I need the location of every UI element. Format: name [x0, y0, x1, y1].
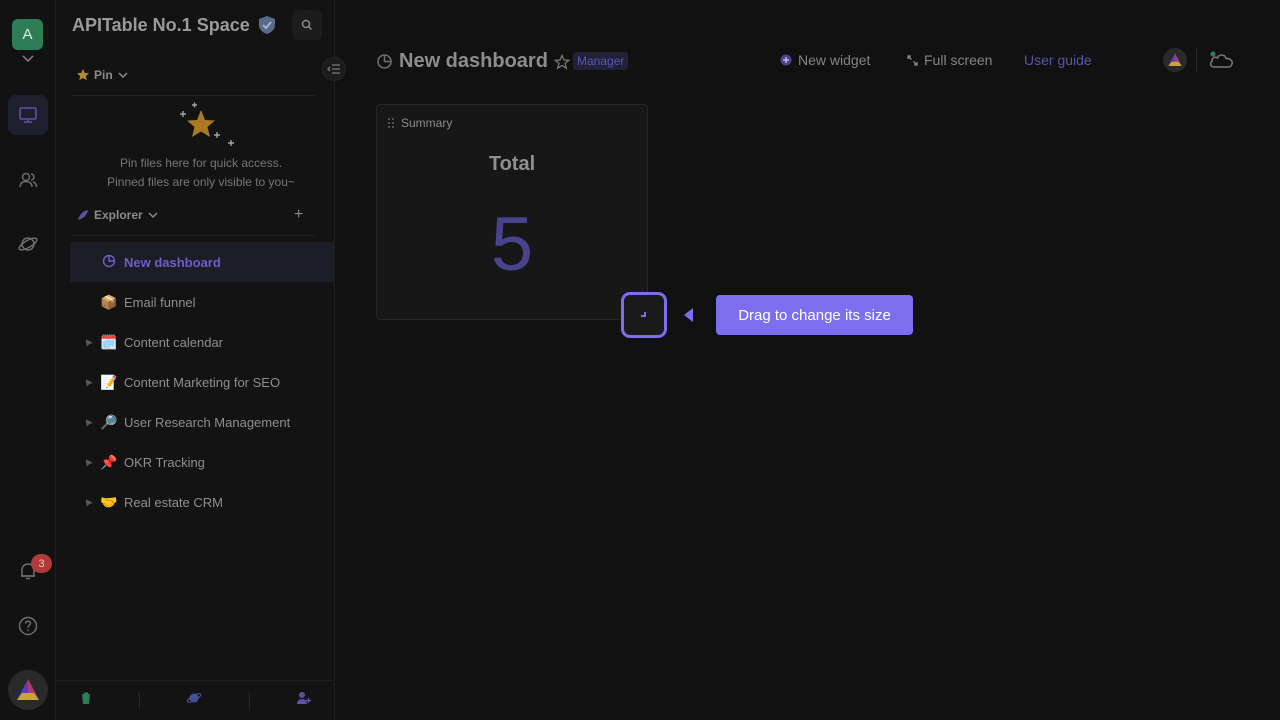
- tree-item-label: Real estate CRM: [124, 494, 223, 510]
- add-circle-icon: [780, 54, 792, 66]
- collaborator-avatar[interactable]: [1163, 48, 1187, 72]
- explorer-label: Explorer: [94, 208, 143, 222]
- pin-section-header[interactable]: Pin: [76, 68, 129, 82]
- star-outline-icon[interactable]: [553, 53, 570, 70]
- star-illustration-icon: [72, 100, 330, 154]
- pin-empty-state: Pin files here for quick access. Pinned …: [72, 100, 330, 192]
- templates-nav-button[interactable]: [8, 224, 48, 264]
- user-avatar[interactable]: [8, 670, 48, 710]
- full-screen-label: Full screen: [924, 52, 993, 68]
- new-widget-button[interactable]: New widget: [780, 52, 870, 68]
- chevron-down-icon: [148, 212, 158, 219]
- calendar-icon: 🗓️: [100, 333, 118, 350]
- pin-empty-line2: Pinned files are only visible to you~: [107, 175, 295, 189]
- pin-divider: [72, 95, 315, 96]
- resize-handle-highlight[interactable]: [621, 292, 667, 338]
- chevron-down-icon[interactable]: [21, 54, 35, 64]
- planet-icon: [18, 237, 38, 251]
- dashboard-title: New dashboard: [376, 50, 570, 73]
- help-button[interactable]: [8, 606, 48, 646]
- add-file-button[interactable]: +: [294, 206, 303, 224]
- tree-item-label: OKR Tracking: [124, 454, 205, 470]
- pin-empty-line1: Pin files here for quick access.: [119, 156, 283, 170]
- notification-badge: 3: [31, 554, 52, 573]
- collapse-sidebar-button[interactable]: [322, 57, 346, 81]
- app-root: A 3 APITable No.1 Space Pin Pin files he…: [0, 0, 1280, 720]
- explorer-section-header[interactable]: Explorer: [76, 208, 159, 222]
- tree-item-real-estate-crm[interactable]: ▶ 🤝 Real estate CRM: [70, 482, 334, 522]
- widget-metric-value: 5: [490, 202, 534, 287]
- tree-item-okr-tracking[interactable]: ▶ 📌 OKR Tracking: [70, 442, 334, 482]
- sidebar: APITable No.1 Space Pin Pin files here f…: [56, 0, 346, 720]
- expand-arrow-icon[interactable]: ▶: [86, 457, 98, 468]
- users-icon: [19, 172, 38, 188]
- guide-tooltip: Drag to change its size: [716, 295, 913, 335]
- collapse-icon: [327, 64, 340, 74]
- package-icon: 📦: [100, 293, 118, 310]
- expand-arrow-icon[interactable]: ▶: [86, 377, 98, 388]
- sidebar-footer: [56, 680, 335, 720]
- explorer-tree: New dashboard 📦 Email funnel ▶ 🗓️ Conten…: [70, 242, 334, 522]
- space-name: APITable No.1 Space: [72, 14, 250, 35]
- resize-corner-icon[interactable]: [641, 312, 646, 317]
- header-divider: [1196, 48, 1197, 72]
- pushpin-icon: 📌: [100, 453, 118, 470]
- widget-metric-label: Total: [488, 153, 536, 175]
- star-icon: [77, 69, 89, 81]
- apitable-logo-icon: [17, 679, 39, 700]
- tree-item-label: Email funnel: [124, 294, 196, 310]
- pin-label: Pin: [94, 68, 113, 82]
- planet-icon[interactable]: [186, 690, 202, 711]
- expand-icon: [907, 54, 918, 66]
- help-icon: [18, 616, 38, 636]
- expand-arrow-icon[interactable]: ▶: [86, 497, 98, 508]
- widget-title: Summary: [401, 116, 453, 130]
- tooltip-arrow-icon: [684, 308, 693, 322]
- handshake-icon: 🤝: [100, 493, 118, 510]
- explorer-divider: [72, 235, 315, 236]
- apitable-logo-icon: [1168, 53, 1182, 66]
- search-icon: [301, 19, 313, 31]
- tree-item-user-research[interactable]: ▶ 🔎 User Research Management: [70, 402, 334, 442]
- tree-item-label: User Research Management: [124, 414, 291, 430]
- magnifier-icon: 🔎: [100, 413, 118, 430]
- tree-item-label: Content Marketing for SEO: [124, 374, 281, 390]
- tree-item-content-calendar[interactable]: ▶ 🗓️ Content calendar: [70, 322, 334, 362]
- workbench-nav-button[interactable]: [8, 95, 48, 135]
- contacts-nav-button[interactable]: [8, 160, 48, 200]
- expand-arrow-icon[interactable]: ▶: [86, 337, 98, 348]
- trash-icon[interactable]: [79, 691, 93, 710]
- search-button[interactable]: [292, 10, 322, 40]
- role-badge: Manager: [573, 52, 629, 70]
- invite-member-icon[interactable]: [296, 690, 312, 711]
- dashboard-icon: [98, 254, 120, 271]
- tree-item-label: New dashboard: [124, 254, 221, 270]
- left-rail: A 3: [0, 0, 56, 720]
- widget-header: Summary: [387, 116, 452, 130]
- cloud-sync-icon[interactable]: [1208, 50, 1236, 70]
- dashboard-title-text[interactable]: New dashboard: [399, 50, 548, 73]
- tree-item-email-funnel[interactable]: 📦 Email funnel: [70, 282, 334, 322]
- drag-handle-icon[interactable]: [387, 117, 395, 129]
- shield-icon: [258, 16, 275, 34]
- space-title[interactable]: APITable No.1 Space: [72, 14, 278, 36]
- new-widget-label: New widget: [798, 52, 871, 68]
- chevron-down-icon: [118, 72, 128, 79]
- expand-arrow-icon[interactable]: ▶: [86, 417, 98, 428]
- space-avatar[interactable]: A: [12, 19, 43, 50]
- tree-item-new-dashboard[interactable]: New dashboard: [70, 242, 334, 282]
- memo-icon: 📝: [100, 373, 118, 390]
- tree-item-label: Content calendar: [124, 334, 224, 350]
- full-screen-button[interactable]: Full screen: [907, 52, 992, 68]
- monitor-icon: [19, 107, 37, 123]
- summary-widget[interactable]: Summary Total 5: [376, 104, 648, 320]
- tree-item-content-marketing[interactable]: ▶ 📝 Content Marketing for SEO: [70, 362, 334, 402]
- rocket-icon: [78, 210, 88, 220]
- user-guide-link[interactable]: User guide: [1024, 52, 1092, 68]
- dashboard-icon: [377, 54, 392, 69]
